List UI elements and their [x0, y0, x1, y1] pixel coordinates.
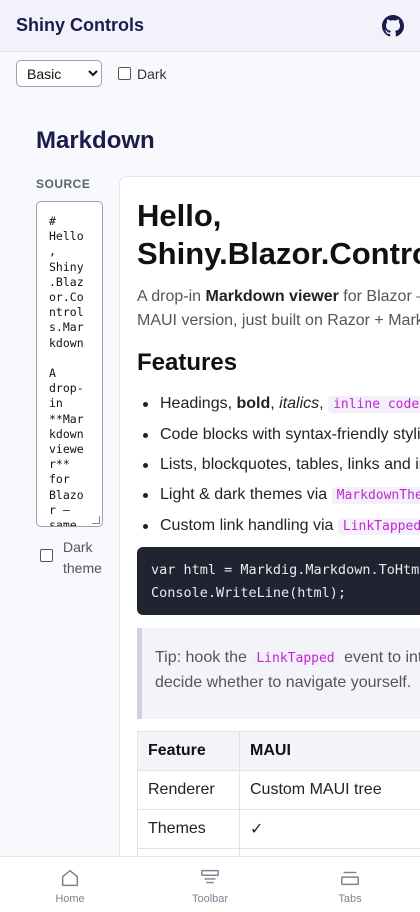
nav-toolbar[interactable]: Toolbar	[140, 857, 280, 912]
features-list: Headings, bold, italics, inline code Cod…	[137, 389, 420, 542]
nav-tabs-label: Tabs	[338, 893, 362, 905]
list-item: Headings, bold, italics, inline code	[137, 389, 420, 420]
feature1-sep2: ,	[319, 395, 329, 412]
tip-code: LinkTapped	[251, 650, 340, 667]
dark-theme-label-line2: theme	[63, 560, 102, 576]
table-row: Renderer Custom MAUI tree	[137, 770, 420, 810]
table-header-maui: MAUI	[239, 731, 420, 771]
preview-heading-line1: Hello,	[137, 198, 222, 233]
table-cell: Themes	[137, 809, 240, 849]
markdown-preview: Hello, Shiny.Blazor.Controls.Markdown A …	[119, 176, 420, 876]
table-cell: Renderer	[137, 770, 240, 810]
tabs-icon	[341, 871, 359, 886]
code-line-1: var html = Markdig.Markdown.ToHtml(markd…	[151, 562, 420, 578]
nav-toolbar-label: Toolbar	[191, 893, 229, 905]
table-row: Themes ✓	[137, 809, 420, 849]
source-textarea[interactable]: # Hello , Shiny .Blaz or.Co ntrol s.Mar …	[36, 201, 103, 527]
feature5-text: Custom link handling via	[160, 517, 338, 534]
toolbar-icon	[201, 869, 219, 884]
github-icon[interactable]	[382, 14, 404, 37]
nav-home[interactable]: Home	[0, 857, 140, 912]
tip-text-2: event to intercept links and	[344, 649, 420, 666]
intro-text-1: A drop-in	[137, 288, 206, 305]
feature4-text: Light & dark themes via	[160, 486, 332, 503]
feature1-text: Headings,	[160, 395, 237, 412]
tip-text-1: Tip: hook the	[155, 649, 252, 666]
code-line-2: Console.WriteLine(html);	[151, 585, 347, 601]
bottom-nav: Home Toolbar Tabs	[0, 856, 420, 912]
intro-bold: Markdown viewer	[205, 288, 339, 305]
tip-text-3: decide whether to navigate yourself.	[155, 674, 412, 691]
nav-tabs[interactable]: Tabs	[280, 857, 420, 912]
feature1-sep1: ,	[270, 395, 280, 412]
app-header: Shiny Controls	[0, 0, 420, 52]
list-item: Custom link handling via LinkTapped	[137, 511, 420, 542]
dark-theme-label: Dark theme	[63, 537, 102, 579]
tip-blockquote: Tip: hook the LinkTapped event to interc…	[137, 628, 420, 719]
resize-handle[interactable]	[92, 516, 100, 524]
theme-select[interactable]: Basic	[16, 60, 102, 87]
dark-theme-checkbox[interactable]	[40, 549, 53, 562]
nav-home-label: Home	[55, 893, 85, 905]
dark-toggle[interactable]: Dark	[118, 66, 167, 82]
feature1-bold: bold	[236, 395, 271, 412]
dark-theme-label-line1: Dark	[63, 539, 93, 555]
feature1-italic: italics	[279, 395, 320, 412]
section-title: Markdown	[36, 127, 155, 154]
source-text[interactable]: # Hello , Shiny .Blaz or.Co ntrol s.Mar …	[49, 214, 102, 526]
app-title: Shiny Controls	[16, 15, 145, 35]
features-heading: Features	[137, 349, 238, 376]
table-cell: Custom MAUI tree	[239, 770, 420, 810]
feature1-code: inline code	[328, 396, 420, 413]
intro-text-3: MAUI version, just built on Razor + Mark…	[137, 312, 420, 329]
dark-checkbox[interactable]	[118, 67, 131, 80]
intro-text-2: for Blazor — same API as the	[343, 288, 420, 305]
source-label: SOURCE	[36, 177, 91, 191]
preview-heading-line2: Shiny.Blazor.Controls.Markdown	[137, 236, 420, 271]
table-header-feature: Feature	[137, 731, 240, 771]
list-item: Code blocks with syntax-friendly styling	[137, 420, 420, 450]
list-item: Light & dark themes via MarkdownTheme	[137, 480, 420, 511]
dark-theme-toggle[interactable]: Dark theme	[40, 537, 102, 579]
preview-intro: A drop-in Markdown viewer for Blazor — s…	[137, 285, 420, 333]
controls-bar: Basic Dark	[16, 60, 167, 87]
list-item: Lists, blockquotes, tables, links and im…	[137, 450, 420, 480]
table-cell: ✓	[239, 809, 420, 849]
dark-label: Dark	[137, 65, 167, 82]
feature4-code: MarkdownTheme	[331, 487, 420, 504]
code-block: var html = Markdig.Markdown.ToHtml(markd…	[137, 547, 420, 615]
feature5-code: LinkTapped	[337, 518, 420, 535]
feature-table: Feature MAUI Renderer Custom MAUI tree T…	[137, 731, 420, 875]
home-icon	[61, 869, 79, 887]
preview-heading: Hello, Shiny.Blazor.Controls.Markdown	[137, 197, 420, 273]
